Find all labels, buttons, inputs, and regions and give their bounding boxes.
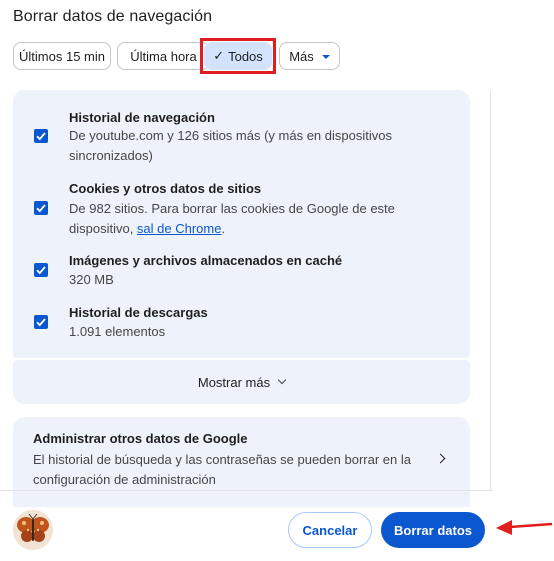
option-description: 320 MB xyxy=(69,272,114,287)
chip-last-hour[interactable]: Última hora xyxy=(117,42,210,70)
sign-out-link[interactable]: sal de Chrome xyxy=(137,221,222,236)
checkbox-cookies[interactable] xyxy=(34,201,48,215)
show-more-label: Mostrar más xyxy=(197,374,271,390)
cookies-desc-suffix: . xyxy=(221,221,226,236)
option-title: Imágenes y archivos almacenados en caché xyxy=(69,253,343,268)
dialog-title: Borrar datos de navegación xyxy=(13,8,213,25)
checkmark-icon xyxy=(36,318,46,327)
data-options-card: Historial de navegación De youtube.com y… xyxy=(13,90,470,358)
cancel-button[interactable]: Cancelar xyxy=(288,512,372,548)
footer-divider xyxy=(0,490,493,491)
checkbox-cached-images[interactable] xyxy=(34,263,48,277)
option-title: Historial de descargas xyxy=(69,305,208,320)
check-icon: ✓ xyxy=(213,48,225,63)
option-title: Cookies y otros datos de sitios xyxy=(69,181,262,196)
annotation-arrow-icon xyxy=(496,520,553,535)
chip-label: Todos xyxy=(228,48,263,64)
chip-all-time[interactable]: ✓ Todos xyxy=(204,42,272,70)
chip-last-15-min[interactable]: Últimos 15 min xyxy=(13,42,111,70)
option-description: De youtube.com y 126 sitios más (y más e… xyxy=(69,128,392,163)
avatar[interactable] xyxy=(13,510,53,550)
chevron-right-icon xyxy=(435,453,446,464)
checkmark-icon xyxy=(36,132,46,141)
checkmark-icon xyxy=(36,266,46,275)
option-description: De 982 sitios. Para borrar las cookies d… xyxy=(69,199,429,239)
chevron-down-icon xyxy=(277,375,287,385)
clear-data-button[interactable]: Borrar datos xyxy=(381,512,485,548)
cookies-desc-prefix: De 982 sitios. Para borrar las cookies d… xyxy=(69,201,395,236)
checkmark-icon xyxy=(36,204,46,213)
scrollbar-track[interactable] xyxy=(490,90,491,490)
checkbox-download-history[interactable] xyxy=(34,315,48,329)
option-description: 1.091 elementos xyxy=(69,324,166,339)
chip-label: Última hora xyxy=(130,48,197,64)
butterfly-avatar-icon xyxy=(13,510,53,550)
manage-google-data-row[interactable]: Administrar otros datos de Google El his… xyxy=(13,417,470,507)
google-data-title: Administrar otros datos de Google xyxy=(33,431,248,446)
checkbox-browsing-history[interactable] xyxy=(34,129,48,143)
google-data-description: El historial de búsqueda y las contraseñ… xyxy=(33,452,411,487)
show-more-button[interactable]: Mostrar más xyxy=(13,360,470,404)
option-title: Historial de navegación xyxy=(69,110,215,125)
chip-label: Últimos 15 min xyxy=(19,48,105,64)
dropdown-caret-icon xyxy=(321,54,330,59)
chip-label: Más xyxy=(289,48,314,64)
chip-more-dropdown[interactable]: Más xyxy=(279,42,340,70)
